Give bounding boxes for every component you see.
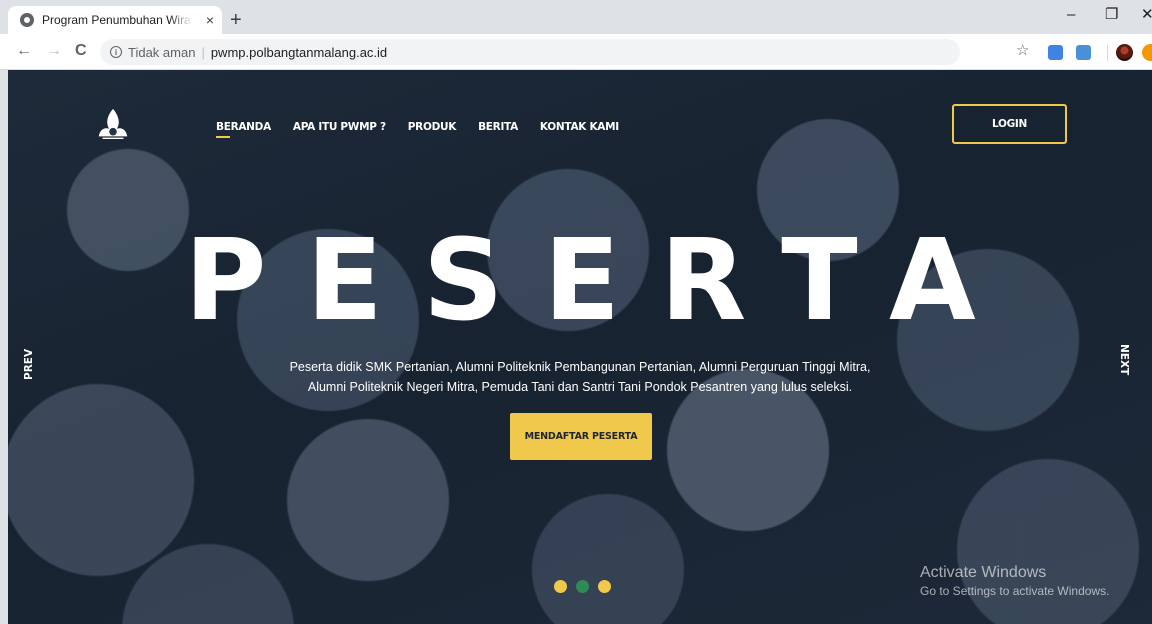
hero-description-line: Peserta didik SMK Pertanian, Alumni Poli… xyxy=(289,360,871,374)
maximize-button[interactable]: ❐ xyxy=(1105,7,1118,22)
url-field[interactable]: i Tidak aman | pwmp.polbangtanmalang.ac.… xyxy=(100,39,960,65)
hero-section: BERANDA APA ITU PWMP ? PRODUK BERITA KON… xyxy=(8,70,1152,624)
menu-item-beranda[interactable]: BERANDA xyxy=(216,121,271,138)
security-status: Tidak aman xyxy=(128,44,196,60)
extension-icon[interactable] xyxy=(1142,44,1152,61)
carousel-dot[interactable] xyxy=(576,580,589,593)
carousel-dot[interactable] xyxy=(554,580,567,593)
main-menu: BERANDA APA ITU PWMP ? PRODUK BERITA KON… xyxy=(216,121,641,138)
hero-description: Peserta didik SMK Pertanian, Alumni Poli… xyxy=(198,357,962,397)
login-button[interactable]: LOGIN xyxy=(952,104,1067,144)
url-text[interactable]: pwmp.polbangtanmalang.ac.id xyxy=(211,45,387,60)
carousel-indicators xyxy=(554,580,611,593)
close-tab-icon[interactable]: × xyxy=(206,13,214,27)
watermark-subtitle: Go to Settings to activate Windows. xyxy=(920,584,1110,598)
hero-title: PESERTA xyxy=(184,216,1016,346)
menu-item-kontak-kami[interactable]: KONTAK KAMI xyxy=(540,121,619,133)
browser-tab[interactable]: Program Penumbuhan Wirausaha × xyxy=(8,6,222,34)
globe-icon xyxy=(20,13,34,27)
prev-slide-button[interactable]: PREV xyxy=(23,349,35,380)
url-divider: | xyxy=(201,44,205,60)
logo-icon[interactable] xyxy=(94,106,132,144)
menu-item-produk[interactable]: PRODUK xyxy=(408,121,457,133)
hero-overlay xyxy=(8,70,1152,624)
close-window-button[interactable]: ✕ xyxy=(1141,7,1152,22)
next-slide-button[interactable]: NEXT xyxy=(1118,344,1130,375)
toolbar-divider xyxy=(1107,45,1108,61)
register-participant-button[interactable]: MENDAFTAR PESERTA xyxy=(510,413,652,460)
reload-button[interactable]: C xyxy=(75,43,87,59)
avatar-icon[interactable] xyxy=(1116,44,1133,61)
info-icon[interactable]: i xyxy=(110,46,122,58)
new-tab-button[interactable]: + xyxy=(230,10,242,30)
bookmark-star-icon[interactable]: ☆ xyxy=(1016,43,1029,58)
extension-icon[interactable] xyxy=(1048,45,1063,60)
hero-description-line: Alumni Politeknik Negeri Mitra, Pemuda T… xyxy=(307,380,853,394)
back-button[interactable]: ← xyxy=(16,43,32,59)
address-bar: ← → C i Tidak aman | pwmp.polbangtanmala… xyxy=(0,34,1152,70)
forward-button[interactable]: → xyxy=(46,43,62,59)
browser-tabbar: Program Penumbuhan Wirausaha × + – ❐ ✕ xyxy=(0,0,1152,34)
tab-title: Program Penumbuhan Wirausaha xyxy=(42,13,192,27)
extension-icon[interactable] xyxy=(1076,45,1091,60)
menu-item-berita[interactable]: BERITA xyxy=(478,121,518,133)
watermark-title: Activate Windows xyxy=(920,564,1047,581)
carousel-dot[interactable] xyxy=(598,580,611,593)
minimize-button[interactable]: – xyxy=(1067,7,1075,22)
windows-activation-watermark: Activate Windows Go to Settings to activ… xyxy=(920,563,1109,599)
menu-item-apa-itu-pwmp[interactable]: APA ITU PWMP ? xyxy=(293,121,386,133)
